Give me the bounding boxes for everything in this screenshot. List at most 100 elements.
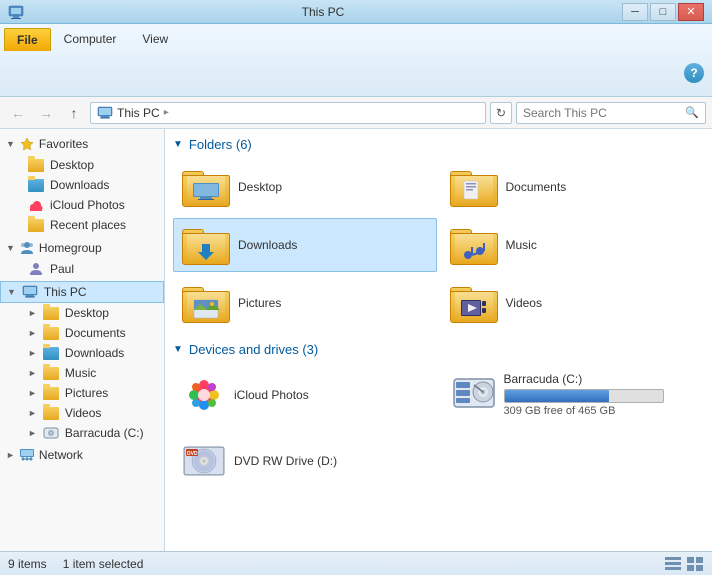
icloud-drive-label: iCloud Photos bbox=[234, 388, 309, 402]
sidebar-item-paul[interactable]: Paul bbox=[0, 259, 164, 279]
search-box[interactable]: 🔍 bbox=[516, 102, 706, 124]
music-folder-label: Music bbox=[506, 238, 537, 252]
sidebar-item-favorites[interactable]: ▼ Favorites bbox=[0, 133, 164, 155]
chevron-right-icon: ► bbox=[28, 308, 37, 318]
pc-music-icon bbox=[43, 367, 59, 380]
sidebar-item-pc-barracuda[interactable]: ► Barracuda (C:) bbox=[0, 423, 164, 443]
title-bar-left bbox=[8, 4, 24, 20]
sidebar-item-homegroup[interactable]: ▼ Homegroup bbox=[0, 237, 164, 259]
folders-section-label: Folders (6) bbox=[189, 137, 252, 152]
homegroup-icon bbox=[19, 240, 35, 256]
status-bar: 9 items 1 item selected bbox=[0, 551, 712, 575]
view-details-icon[interactable] bbox=[664, 556, 682, 572]
videos-folder-icon-big bbox=[450, 283, 498, 323]
refresh-button[interactable]: ↻ bbox=[490, 102, 512, 124]
forward-button[interactable]: → bbox=[34, 101, 58, 125]
favorites-icon bbox=[19, 136, 35, 152]
address-bar: ← → ↑ This PC ▸ ↻ 🔍 bbox=[0, 97, 712, 129]
main-layout: ▼ Favorites Desktop Downloads bbox=[0, 129, 712, 551]
sidebar-item-pc-videos[interactable]: ► Videos bbox=[0, 403, 164, 423]
sidebar-item-pc-downloads[interactable]: ► Downloads bbox=[0, 343, 164, 363]
drive-item-icloud[interactable]: iCloud Photos bbox=[173, 365, 435, 424]
search-icon: 🔍 bbox=[685, 106, 699, 119]
chevron-right-icon-2: ► bbox=[28, 328, 37, 338]
address-input[interactable]: This PC ▸ bbox=[90, 102, 486, 124]
desktop-image bbox=[192, 182, 220, 202]
downloads-folder-label: Downloads bbox=[238, 238, 297, 252]
devices-section-header[interactable]: ▼ Devices and drives (3) bbox=[173, 342, 704, 357]
sidebar-icloud-label: iCloud Photos bbox=[50, 198, 125, 212]
sidebar-this-pc-label: This PC bbox=[44, 285, 87, 299]
chevron-right-icon-5: ► bbox=[28, 388, 37, 398]
homegroup-label: Homegroup bbox=[39, 241, 102, 255]
sidebar-item-network[interactable]: ► Network bbox=[0, 445, 164, 465]
devices-section-label: Devices and drives (3) bbox=[189, 342, 318, 357]
dvd-drive-label: DVD RW Drive (D:) bbox=[234, 454, 337, 468]
favorites-label: Favorites bbox=[39, 137, 88, 151]
videos-folder-label: Videos bbox=[506, 296, 542, 310]
downloads-folder-icon-big bbox=[182, 225, 230, 265]
pictures-folder-label: Pictures bbox=[238, 296, 281, 310]
folders-section-header[interactable]: ▼ Folders (6) bbox=[173, 137, 704, 152]
chevron-down-icon: ▼ bbox=[6, 139, 15, 149]
ribbon-tabs: File Computer View bbox=[0, 24, 712, 50]
sidebar-item-pc-desktop[interactable]: ► Desktop bbox=[0, 303, 164, 323]
breadcrumb: This PC ▸ bbox=[97, 106, 169, 120]
sidebar-group-favorites: ▼ Favorites Desktop Downloads bbox=[0, 133, 164, 235]
status-item-count: 9 items bbox=[8, 557, 47, 571]
recent-folder-icon bbox=[28, 219, 44, 232]
sidebar-desktop-label: Desktop bbox=[50, 158, 94, 172]
tab-view[interactable]: View bbox=[129, 27, 181, 50]
chevron-right-icon-3: ► bbox=[28, 348, 37, 358]
sidebar-paul-label: Paul bbox=[50, 262, 74, 276]
sidebar-item-desktop[interactable]: Desktop bbox=[0, 155, 164, 175]
sidebar-item-downloads[interactable]: Downloads bbox=[0, 175, 164, 195]
tab-computer[interactable]: Computer bbox=[51, 27, 130, 50]
sidebar-item-pc-documents[interactable]: ► Documents bbox=[0, 323, 164, 343]
maximize-button[interactable]: □ bbox=[650, 3, 676, 21]
up-button[interactable]: ↑ bbox=[62, 101, 86, 125]
ribbon-content: ? bbox=[0, 50, 712, 96]
minimize-button[interactable]: ─ bbox=[622, 3, 648, 21]
close-button[interactable]: ✕ bbox=[678, 3, 704, 21]
title-bar: This PC ─ □ ✕ bbox=[0, 0, 712, 24]
folder-item-desktop[interactable]: Desktop bbox=[173, 160, 437, 214]
sidebar-item-recent-places[interactable]: Recent places bbox=[0, 215, 164, 235]
sidebar-pc-videos-label: Videos bbox=[65, 406, 101, 420]
tab-file[interactable]: File bbox=[4, 28, 51, 51]
hdd-icon-small bbox=[43, 426, 59, 440]
sidebar-pc-barracuda-label: Barracuda (C:) bbox=[65, 426, 144, 440]
sidebar-item-pc-pictures[interactable]: ► Pictures bbox=[0, 383, 164, 403]
pictures-folder-icon-big bbox=[182, 283, 230, 323]
sidebar-pc-desktop-label: Desktop bbox=[65, 306, 109, 320]
sidebar-item-this-pc[interactable]: ▼ This PC bbox=[0, 281, 164, 303]
sidebar-item-pc-music[interactable]: ► Music bbox=[0, 363, 164, 383]
drive-progress-bar bbox=[504, 389, 664, 403]
folder-item-documents[interactable]: Documents bbox=[441, 160, 705, 214]
search-input[interactable] bbox=[523, 106, 681, 120]
dvd-drive-icon: DVD bbox=[182, 439, 226, 483]
folder-item-downloads[interactable]: Downloads bbox=[173, 218, 437, 272]
pc-desktop-icon bbox=[43, 307, 59, 320]
drive-item-barracuda[interactable]: Barracuda (C:) 309 GB free of 465 GB bbox=[443, 365, 705, 424]
folder-item-videos[interactable]: Videos bbox=[441, 276, 705, 330]
folder-item-pictures[interactable]: Pictures bbox=[173, 276, 437, 330]
music-folder-icon-big bbox=[450, 225, 498, 265]
folder-item-music[interactable]: Music bbox=[441, 218, 705, 272]
view-large-icon[interactable] bbox=[686, 556, 704, 572]
back-button[interactable]: ← bbox=[6, 101, 30, 125]
pc-videos-icon bbox=[43, 407, 59, 420]
this-pc-icon bbox=[97, 106, 113, 120]
drive-item-dvd[interactable]: DVD DVD RW Drive (D:) bbox=[173, 432, 435, 490]
pc-documents-icon bbox=[43, 327, 59, 340]
chevron-right-icon-7: ► bbox=[28, 428, 37, 438]
help-button[interactable]: ? bbox=[684, 63, 704, 83]
pc-downloads-icon bbox=[43, 347, 59, 360]
icloud-photos-icon-svg bbox=[182, 373, 226, 417]
sidebar-item-icloud-photos[interactable]: iCloud Photos bbox=[0, 195, 164, 215]
downloads-folder-icon bbox=[28, 179, 44, 192]
drive-free-space: 309 GB free of 465 GB bbox=[504, 405, 696, 417]
sidebar-recent-label: Recent places bbox=[50, 218, 126, 232]
sidebar-pc-documents-label: Documents bbox=[65, 326, 126, 340]
ribbon: File Computer View ? bbox=[0, 24, 712, 97]
